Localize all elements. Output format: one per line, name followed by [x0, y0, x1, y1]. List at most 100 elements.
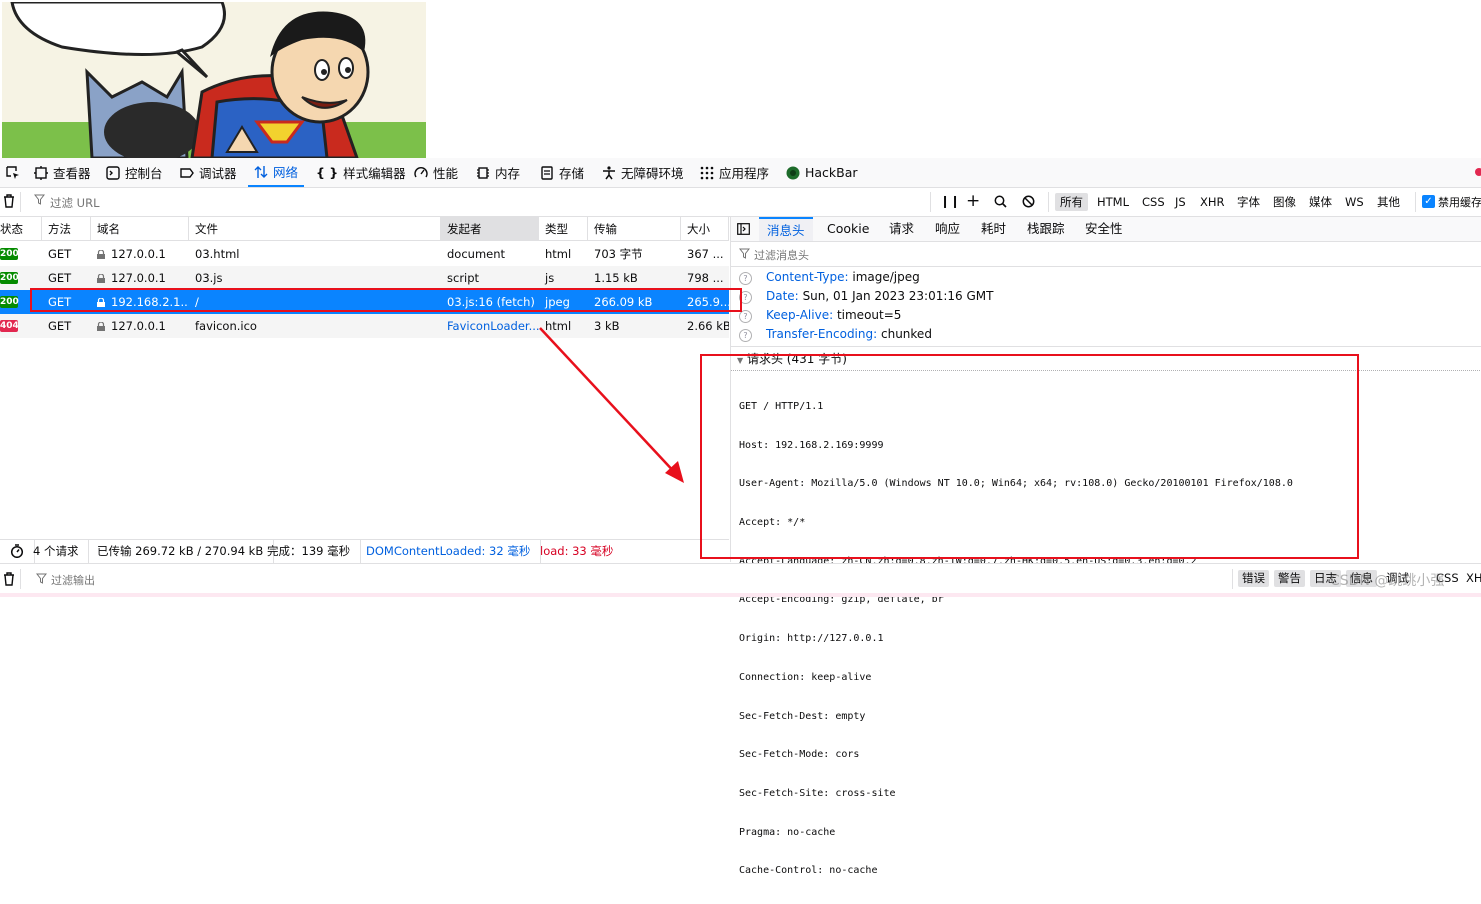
- tab-hackbar[interactable]: HackBar: [780, 158, 864, 187]
- block-icon: [1022, 195, 1035, 208]
- tab-label: 网络: [273, 165, 299, 180]
- filter-icon: [738, 248, 751, 262]
- column-header-domain[interactable]: 域名: [91, 217, 189, 241]
- size-cell: 798 ...: [687, 271, 724, 285]
- method-cell: GET: [48, 247, 72, 261]
- console-filter-errors[interactable]: 错误: [1238, 570, 1269, 587]
- search-button[interactable]: [994, 195, 1007, 211]
- disable-cache-checkbox[interactable]: ✓: [1422, 195, 1435, 208]
- tab-label: 存储: [559, 166, 585, 181]
- tab-accessibility[interactable]: 无障碍环境: [596, 158, 690, 187]
- clear-console-button[interactable]: [3, 572, 15, 589]
- tab-performance[interactable]: 性能: [408, 158, 464, 187]
- clear-requests-button[interactable]: [3, 194, 15, 211]
- pick-element-icon: [6, 165, 19, 179]
- stopwatch-icon: [10, 544, 24, 559]
- lock-icon: [97, 322, 105, 331]
- tab-label: 性能: [433, 166, 459, 181]
- tab-label: 内存: [495, 166, 521, 181]
- filter-type-css[interactable]: CSS: [1137, 193, 1170, 211]
- table-row[interactable]: 200 GET 127.0.0.1 03.js script js 1.15 k…: [0, 266, 729, 290]
- tab-application[interactable]: 应用程序: [694, 158, 775, 187]
- column-header-type[interactable]: 类型: [539, 217, 588, 241]
- page-preview: [0, 0, 1481, 158]
- search-icon: [994, 195, 1007, 208]
- tab-security[interactable]: 安全性: [1077, 217, 1131, 241]
- initiator-cell: document: [447, 247, 506, 261]
- add-request-button[interactable]: +: [966, 191, 980, 211]
- type-cell: js: [545, 271, 555, 285]
- column-header-initiator[interactable]: 发起者: [441, 217, 539, 241]
- domain-text: 127.0.0.1: [111, 319, 166, 333]
- tab-style-editor[interactable]: { } 样式编辑器: [310, 158, 412, 187]
- style-editor-icon: { }: [316, 165, 339, 180]
- filter-type-all[interactable]: 所有: [1055, 193, 1088, 211]
- tab-memory[interactable]: 内存: [470, 158, 526, 187]
- tab-response[interactable]: 响应: [927, 217, 968, 241]
- tab-debugger[interactable]: 调试器: [174, 158, 243, 187]
- raw-header-line: Connection: keep-alive: [739, 671, 872, 683]
- file-cell: favicon.ico: [195, 319, 257, 333]
- table-row[interactable]: 200 GET 127.0.0.1 03.html document html …: [0, 242, 729, 266]
- performance-icon: [414, 166, 428, 177]
- header-name: Content-Type:: [766, 270, 849, 284]
- pause-icon: ❙❙: [940, 194, 961, 208]
- column-header-transferred[interactable]: 传输: [588, 217, 681, 241]
- column-header-size[interactable]: 大小: [681, 217, 729, 241]
- filter-type-html[interactable]: HTML: [1092, 193, 1134, 211]
- status-badge: 200: [0, 248, 19, 260]
- console-filter-xhr[interactable]: XH: [1462, 570, 1481, 587]
- size-cell: 367 ...: [687, 247, 724, 261]
- help-icon[interactable]: ?: [739, 329, 752, 342]
- toggle-sidebar-button[interactable]: [737, 223, 750, 238]
- column-header-file[interactable]: 文件: [189, 217, 441, 241]
- initiator-link[interactable]: FaviconLoader....: [441, 314, 539, 338]
- filter-type-ws[interactable]: WS: [1340, 193, 1369, 211]
- console-filter-input[interactable]: [49, 570, 653, 590]
- filter-type-media[interactable]: 媒体: [1304, 193, 1337, 211]
- response-header-row: ? Date: Sun, 01 Jan 2023 23:01:16 GMT: [739, 287, 993, 306]
- tab-storage[interactable]: 存储: [534, 158, 590, 187]
- divider: [930, 192, 931, 212]
- annotation-box-selected-request: [30, 288, 742, 312]
- initiator-cell: script: [447, 271, 480, 285]
- filter-type-js[interactable]: JS: [1170, 193, 1191, 211]
- url-filter-input[interactable]: [48, 192, 912, 213]
- tab-request[interactable]: 请求: [881, 217, 922, 241]
- finish-time: 完成：139 毫秒: [257, 540, 362, 563]
- filter-type-xhr[interactable]: XHR: [1195, 193, 1230, 211]
- pause-button[interactable]: ❙❙: [940, 194, 960, 208]
- pick-element-button[interactable]: [0, 158, 26, 187]
- disable-cache-label: 禁用缓存: [1438, 196, 1481, 209]
- column-header-method[interactable]: 方法: [42, 217, 91, 241]
- tab-cookies[interactable]: Cookie: [819, 217, 877, 241]
- header-name: Date:: [766, 289, 799, 303]
- comic-image: [2, 2, 426, 158]
- block-request-button[interactable]: [1022, 195, 1035, 211]
- tab-headers[interactable]: 消息头: [759, 217, 813, 241]
- tab-network[interactable]: 网络: [248, 158, 305, 187]
- tab-inspector[interactable]: 查看器: [28, 158, 97, 187]
- console-filter-warnings[interactable]: 警告: [1274, 570, 1305, 587]
- header-name: Transfer-Encoding:: [766, 327, 878, 341]
- tab-console[interactable]: 控制台: [100, 158, 169, 187]
- network-icon: [254, 165, 268, 178]
- header-value: chunked: [881, 327, 932, 341]
- filter-type-fonts[interactable]: 字体: [1232, 193, 1265, 211]
- tab-label: 样式编辑器: [343, 166, 406, 181]
- domain-text: 127.0.0.1: [111, 271, 166, 285]
- help-icon[interactable]: ?: [739, 272, 752, 285]
- tab-timings[interactable]: 耗时: [973, 217, 1014, 241]
- filter-type-other[interactable]: 其他: [1372, 193, 1405, 211]
- divider: [20, 192, 21, 212]
- memory-icon: [477, 166, 489, 179]
- divider: [731, 346, 1481, 347]
- tab-stack-trace[interactable]: 栈跟踪: [1019, 217, 1073, 241]
- filter-type-images[interactable]: 图像: [1268, 193, 1301, 211]
- tab-label: 调试器: [199, 166, 237, 181]
- column-header-status[interactable]: 状态: [0, 217, 42, 241]
- transferred-cell: 1.15 kB: [594, 271, 638, 285]
- type-cell: html: [545, 247, 572, 261]
- filter-icon: [35, 573, 48, 587]
- headers-filter-input[interactable]: [752, 246, 1156, 264]
